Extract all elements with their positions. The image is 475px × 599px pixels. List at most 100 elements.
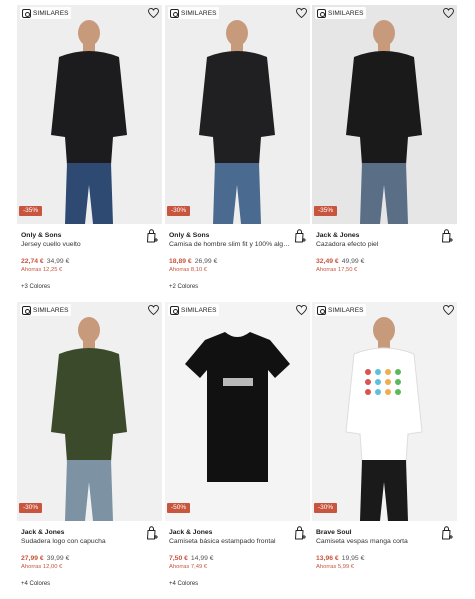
product-brand[interactable]: Brave Soul	[316, 528, 457, 537]
favorite-heart-icon[interactable]	[295, 304, 307, 316]
similar-search-icon	[170, 305, 179, 315]
similares-label: SIMILARES	[33, 9, 69, 17]
product-photo-figure	[345, 317, 423, 521]
product-image[interactable]: SIMILARES -30%	[165, 5, 310, 224]
similares-label: SIMILARES	[181, 306, 217, 314]
savings-text: Ahorras 5,99 €	[316, 564, 355, 570]
add-to-cart-icon[interactable]	[146, 229, 158, 243]
savings-text: Ahorras 17,50 €	[316, 267, 358, 273]
color-options-link[interactable]: +4 Colores	[21, 580, 162, 588]
favorite-heart-icon[interactable]	[295, 7, 307, 19]
price-row: 32,49 €49,99 €	[316, 257, 457, 266]
product-name[interactable]: Cazadora efecto piel	[316, 240, 438, 249]
product-info: Jack & Jones Camiseta básica estampado f…	[165, 521, 310, 597]
product-photo-figure	[185, 332, 290, 482]
similares-button[interactable]: SIMILARES	[168, 304, 219, 316]
product-brand[interactable]: Only & Sons	[21, 231, 162, 240]
model-head	[78, 20, 100, 46]
vespa-print-dot	[375, 379, 381, 385]
product-info: Brave Soul Camiseta vespas manga corta 1…	[312, 521, 457, 597]
current-price: 18,89 €	[169, 258, 192, 265]
vespa-print-dot	[395, 379, 401, 385]
model-top	[199, 51, 275, 165]
discount-badge: -35%	[19, 206, 43, 216]
add-to-cart-icon[interactable]	[441, 526, 453, 540]
model-bottom	[65, 163, 113, 224]
model-top	[51, 51, 127, 165]
product-name[interactable]: Sudadera logo con capucha	[21, 537, 143, 546]
product-name[interactable]: Camisa de hombre slim fit y 100% algo...	[169, 240, 291, 249]
vespa-print-dot	[385, 389, 391, 395]
favorite-heart-icon[interactable]	[442, 304, 454, 316]
product-card[interactable]: SIMILARES -30% Brave Soul Camiseta vespa…	[312, 302, 457, 597]
savings-text: Ahorras 12,00 €	[21, 564, 63, 570]
add-to-cart-icon[interactable]	[146, 526, 158, 540]
vespa-print-dot	[365, 369, 371, 375]
product-brand[interactable]: Jack & Jones	[316, 231, 457, 240]
original-price: 49,99 €	[341, 258, 365, 265]
current-price: 13,96 €	[316, 555, 339, 562]
vespa-print-dot	[385, 379, 391, 385]
similares-button[interactable]: SIMILARES	[315, 7, 366, 19]
price-row: 22,74 €34,99 €	[21, 257, 162, 266]
similares-button[interactable]: SIMILARES	[20, 304, 71, 316]
model-head	[226, 20, 248, 46]
product-brand[interactable]: Jack & Jones	[21, 528, 162, 537]
tshirt-print	[223, 378, 253, 386]
model-head	[373, 317, 395, 343]
favorite-heart-icon[interactable]	[147, 304, 159, 316]
model-top	[345, 347, 423, 463]
product-name[interactable]: Camiseta básica estampado frontal	[169, 537, 291, 546]
similares-button[interactable]: SIMILARES	[20, 7, 71, 19]
product-photo-figure	[346, 20, 422, 224]
add-to-cart-icon[interactable]	[294, 229, 306, 243]
product-image[interactable]: SIMILARES -35%	[312, 5, 457, 224]
product-card[interactable]: SIMILARES -30% Jack & Jones Sudadera log…	[17, 302, 162, 597]
price-row: 18,89 €26,99 €	[169, 257, 310, 266]
savings-text: Ahorras 8,10 €	[169, 267, 208, 273]
similares-label: SIMILARES	[328, 306, 364, 314]
product-card[interactable]: SIMILARES -50% Jack & Jones Camiseta bás…	[165, 302, 310, 597]
favorite-heart-icon[interactable]	[442, 7, 454, 19]
similar-search-icon	[22, 305, 31, 315]
product-brand[interactable]: Only & Sons	[169, 231, 310, 240]
favorite-heart-icon[interactable]	[147, 7, 159, 19]
discount-badge: -35%	[314, 206, 338, 216]
current-price: 22,74 €	[21, 258, 44, 265]
model-bottom	[65, 460, 113, 521]
add-to-cart-icon[interactable]	[441, 229, 453, 243]
product-card[interactable]: SIMILARES -35% Jack & Jones Cazadora efe…	[312, 5, 457, 300]
discount-badge: -30%	[19, 503, 43, 513]
color-options-link[interactable]: +2 Colores	[169, 283, 310, 291]
product-name[interactable]: Jersey cuello vuelto	[21, 240, 143, 249]
original-price: 19,95 €	[341, 555, 365, 562]
price-row: 13,96 €19,95 €	[316, 554, 457, 563]
product-name[interactable]: Camiseta vespas manga corta	[316, 537, 438, 546]
color-options-link[interactable]: +4 Colores	[169, 580, 310, 588]
product-image[interactable]: SIMILARES -35%	[17, 5, 162, 224]
product-card[interactable]: SIMILARES -35% Only & Sons Jersey cuello…	[17, 5, 162, 300]
color-options-link[interactable]: +3 Colores	[21, 283, 162, 291]
product-grid: SIMILARES -35% Only & Sons Jersey cuello…	[0, 0, 475, 599]
add-to-cart-icon[interactable]	[294, 526, 306, 540]
similar-search-icon	[170, 8, 179, 18]
vespa-print-dot	[365, 379, 371, 385]
original-price: 14,99 €	[190, 555, 214, 562]
savings-text: Ahorras 12,25 €	[21, 267, 63, 273]
model-bottom	[360, 163, 408, 224]
product-info: Jack & Jones Sudadera logo con capucha 2…	[17, 521, 162, 597]
model-top	[346, 51, 422, 165]
similares-button[interactable]: SIMILARES	[315, 304, 366, 316]
discount-badge: -30%	[314, 503, 338, 513]
price-row: 27,99 €39,99 €	[21, 554, 162, 563]
similares-button[interactable]: SIMILARES	[168, 7, 219, 19]
product-card[interactable]: SIMILARES -30% Only & Sons Camisa de hom…	[165, 5, 310, 300]
similares-label: SIMILARES	[33, 306, 69, 314]
product-brand[interactable]: Jack & Jones	[169, 528, 310, 537]
similar-search-icon	[317, 8, 326, 18]
vespa-print-dot	[395, 369, 401, 375]
product-image[interactable]: SIMILARES -30%	[312, 302, 457, 521]
product-image[interactable]: SIMILARES -30%	[17, 302, 162, 521]
tshirt-shape	[185, 332, 290, 482]
product-image[interactable]: SIMILARES -50%	[165, 302, 310, 521]
